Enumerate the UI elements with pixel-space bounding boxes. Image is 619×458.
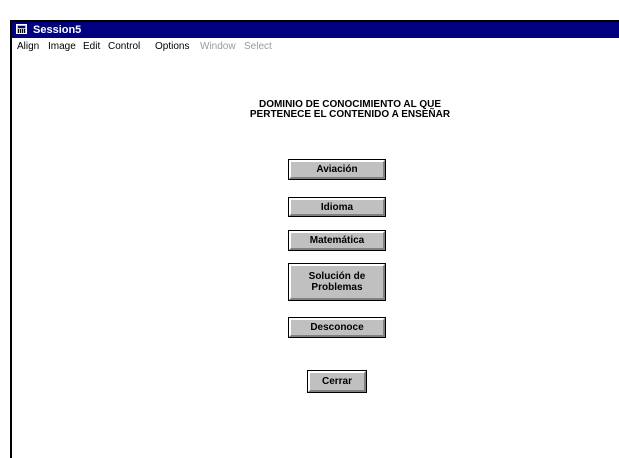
menu-edit[interactable]: Edit [83,39,100,55]
cerrar-label: Cerrar [321,376,353,387]
idioma-button[interactable]: Idioma [288,197,386,217]
heading-line-2: PERTENECE EL CONTENIDO A ENSEÑAR [249,109,451,120]
solucion-label-line-1: Solución de [308,271,366,282]
aviacion-label: Aviación [316,164,358,175]
menu-bar: Align Image Edit Control Options Window … [12,39,619,55]
menu-image[interactable]: Image [48,39,76,55]
matematica-label: Matemática [309,235,365,246]
screen: Session5 Align Image Edit Control Option… [0,0,619,458]
menu-window: Window [200,41,236,52]
app-window-icon[interactable] [16,24,27,34]
solucion-de-problemas-button[interactable]: Solución de Problemas [288,263,386,301]
menu-select: Select [244,41,272,52]
menu-align[interactable]: Align [17,39,39,55]
cerrar-button[interactable]: Cerrar [307,370,367,393]
menu-options[interactable]: Options [155,39,189,55]
solucion-label: Solución de Problemas [309,271,366,293]
matematica-button[interactable]: Matemática [288,230,386,251]
solucion-label-line-2: Problemas [311,282,363,293]
session-window: Session5 Align Image Edit Control Option… [10,20,619,458]
desconoce-label: Desconoce [310,322,364,333]
window-title: Session5 [33,24,82,36]
idioma-label: Idioma [320,201,354,213]
aviacion-button[interactable]: Aviación [288,159,386,180]
desconoce-button[interactable]: Desconoce [288,317,386,338]
title-bar[interactable]: Session5 [12,22,619,38]
page-heading: DOMINIO DE CONOCIMIENTO AL QUE PERTENECE… [210,100,490,120]
menu-control[interactable]: Control [108,39,140,55]
